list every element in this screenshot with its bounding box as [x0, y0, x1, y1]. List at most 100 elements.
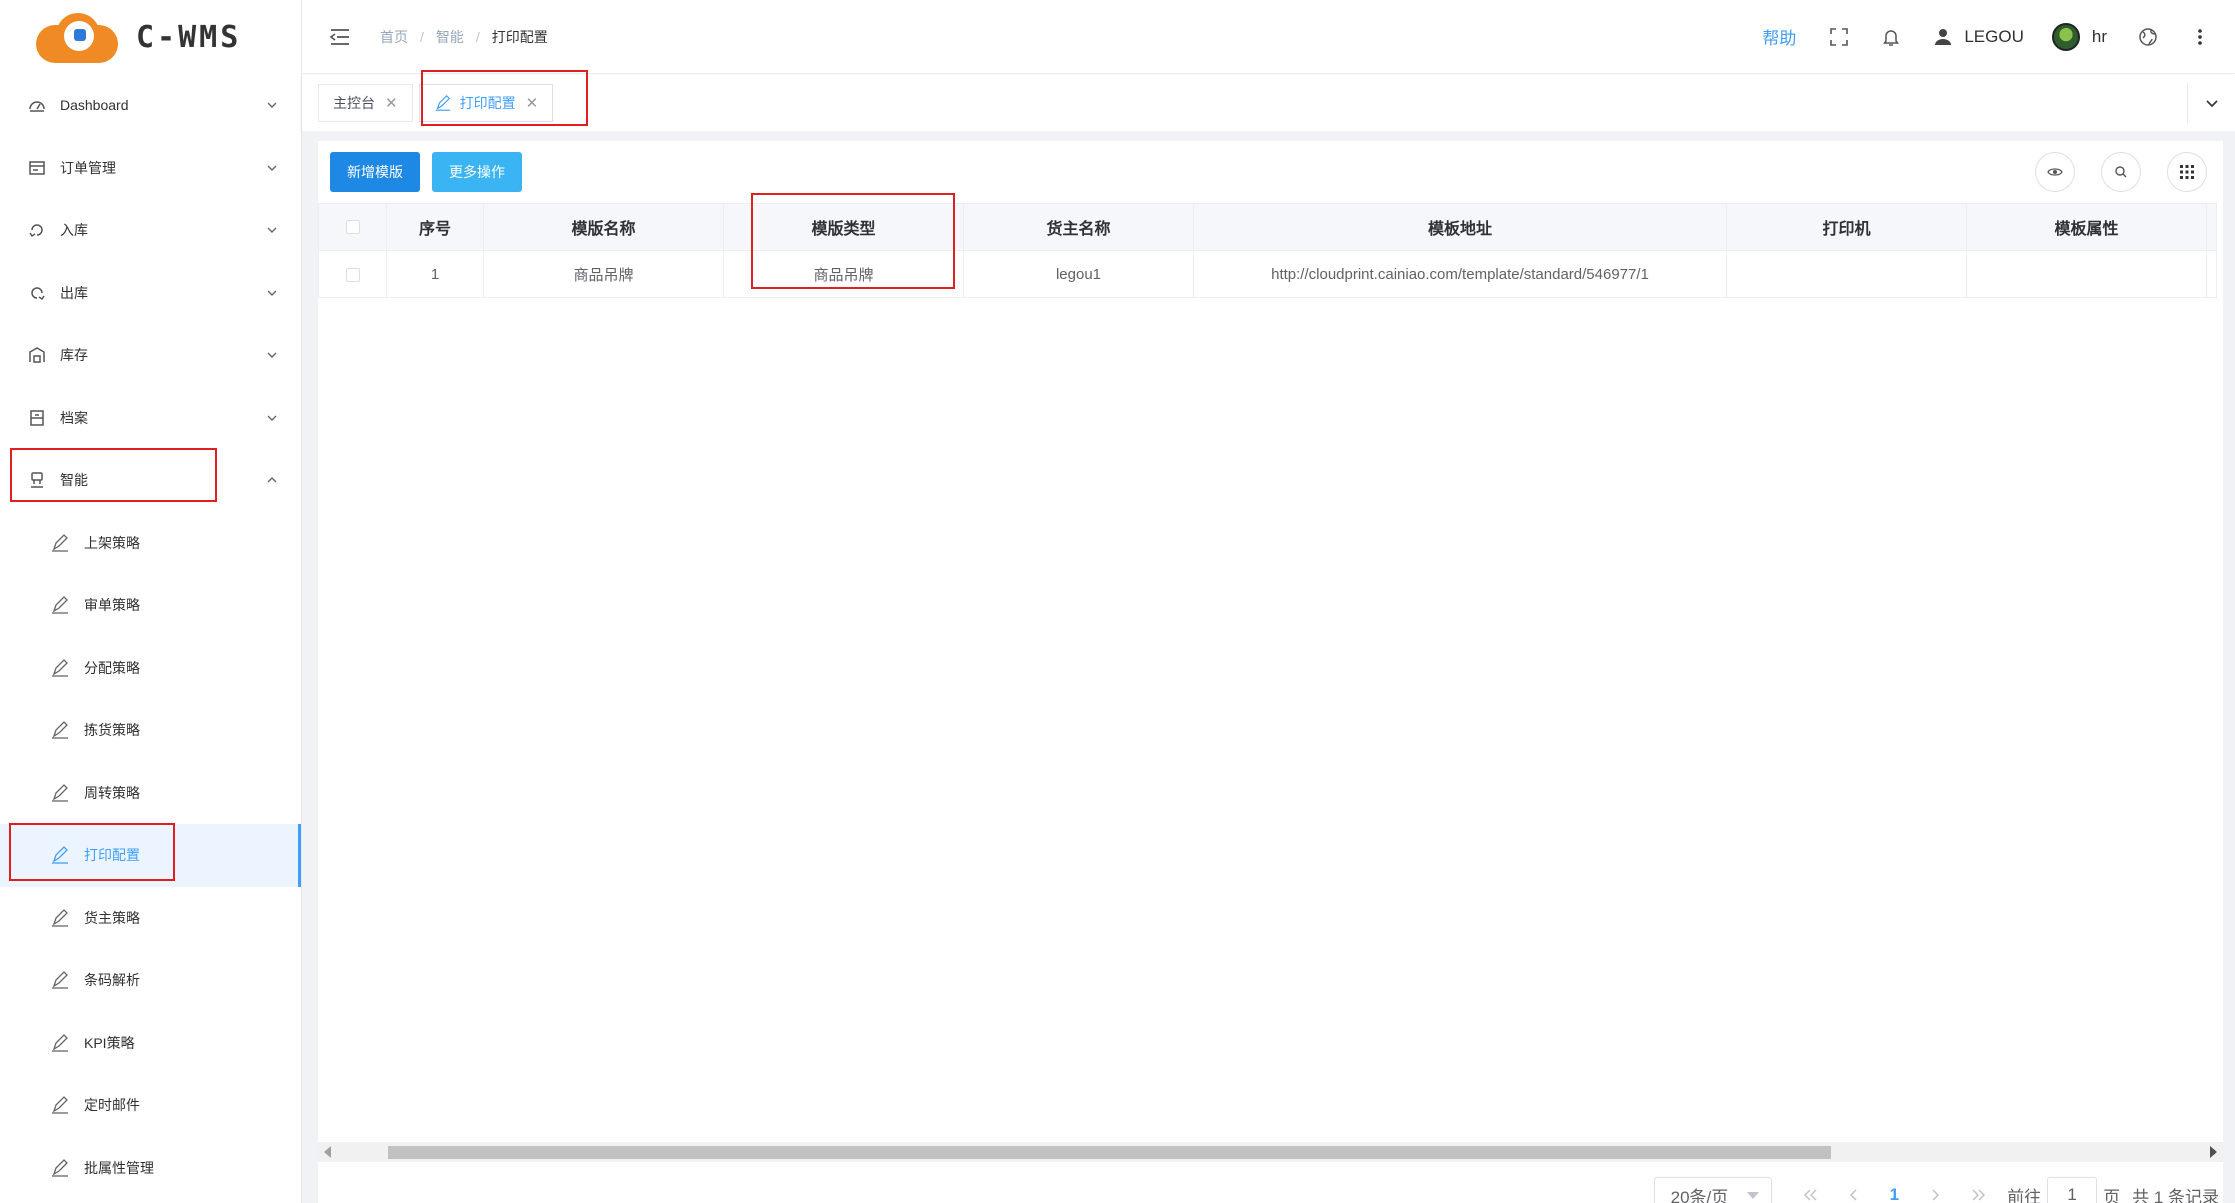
avatar[interactable]	[2051, 22, 2080, 51]
add-template-button[interactable]: 新增模版	[330, 152, 420, 192]
sidebar-item-label: 出库	[60, 284, 88, 301]
user-name[interactable]: LEGOU	[1964, 27, 2024, 47]
sidebar-item-orders[interactable]: 订单管理	[0, 137, 301, 200]
sidebar-item-inbound[interactable]: 入库	[0, 199, 301, 262]
page-size-select[interactable]: 20条/页	[1653, 1177, 1772, 1203]
table-cell: http://cloudprint.cainiao.com/template/s…	[1193, 250, 1727, 298]
table-cell	[1726, 250, 1967, 298]
profile-name[interactable]: hr	[2092, 27, 2107, 47]
globe-icon[interactable]	[2135, 24, 2161, 50]
sidebar-item-label: 入库	[60, 222, 88, 239]
toolbar-right	[2009, 152, 2223, 192]
fullscreen-icon[interactable]	[1826, 24, 1852, 50]
submenu-item-label: 审单策略	[84, 597, 140, 614]
submenu-item-kpi-strategy[interactable]: KPI策略	[0, 1012, 301, 1075]
column-header-filler	[2206, 203, 2217, 251]
sidebar-menu: Dashboard 订单管理 入库 出库 库存 档案 智能 上架策略 审单策略 …	[0, 74, 301, 1199]
scrollbar-thumb[interactable]	[388, 1146, 1831, 1159]
header-actions: 帮助 LEGOU hr	[1762, 22, 2235, 51]
column-header[interactable]: 序号	[386, 203, 484, 251]
column-header[interactable]: 模板属性	[1966, 203, 2207, 251]
scroll-left-arrow-icon[interactable]	[324, 1146, 331, 1158]
submenu-item-label: 分配策略	[84, 659, 140, 676]
submenu-item-owner-strategy[interactable]: 货主策略	[0, 887, 301, 950]
more-vertical-icon[interactable]	[2187, 24, 2213, 50]
chevron-down-icon	[265, 223, 279, 237]
page-number[interactable]: 1	[1890, 1185, 1899, 1203]
help-link[interactable]: 帮助	[1762, 24, 1796, 49]
main-content: 新增模版 更多操作 序号 模版名称 模版类型 货主名称 模板地址 打印机 模板属…	[302, 131, 2235, 1203]
tab-print-config[interactable]: 打印配置 ✕	[418, 84, 554, 122]
bell-icon[interactable]	[1878, 24, 1904, 50]
sidebar-item-inventory[interactable]: 库存	[0, 324, 301, 387]
sidebar-item-archive[interactable]: 档案	[0, 387, 301, 450]
row-checkbox[interactable]	[345, 267, 360, 282]
chevron-down-icon	[265, 348, 279, 362]
submenu-item-label: 上架策略	[84, 534, 140, 551]
submenu-item-allocation-strategy[interactable]: 分配策略	[0, 637, 301, 700]
next-page-icon[interactable]	[1920, 1180, 1950, 1203]
submenu-item-scheduled-mail[interactable]: 定时邮件	[0, 1074, 301, 1137]
smart-icon	[28, 471, 46, 489]
table-row[interactable]: 1 商品吊牌 商品吊牌 legou1 http://cloudprint.cai…	[318, 250, 2217, 298]
grid-icon[interactable]	[2167, 152, 2207, 192]
submenu-item-turnover-strategy[interactable]: 周转策略	[0, 762, 301, 825]
chevron-down-icon	[265, 411, 279, 425]
edit-pen-icon	[50, 1158, 70, 1178]
edit-pen-icon	[50, 970, 70, 990]
search-icon[interactable]	[2101, 152, 2141, 192]
breadcrumb-smart[interactable]: 智能	[436, 27, 464, 47]
select-all-cell	[318, 203, 387, 251]
column-header[interactable]: 货主名称	[963, 203, 1194, 251]
sidebar-item-dashboard[interactable]: Dashboard	[0, 74, 301, 137]
tab-label: 主控台	[333, 95, 375, 111]
user-icon[interactable]	[1930, 24, 1956, 50]
outbound-icon	[28, 284, 46, 302]
inventory-icon	[28, 346, 46, 364]
column-header[interactable]: 模版类型	[723, 203, 964, 251]
first-page-icon[interactable]	[1795, 1180, 1825, 1203]
select-all-checkbox[interactable]	[345, 219, 360, 234]
close-icon[interactable]: ✕	[385, 94, 398, 112]
goto-page-input[interactable]	[2047, 1177, 2098, 1203]
submenu-item-batch-attr[interactable]: 批属性管理	[0, 1137, 301, 1200]
submenu-item-print-config[interactable]: 打印配置	[0, 824, 301, 887]
tabs-dropdown-button[interactable]	[2187, 83, 2235, 123]
more-actions-button[interactable]: 更多操作	[432, 152, 522, 192]
submenu-item-barcode-parse[interactable]: 条码解析	[0, 949, 301, 1012]
breadcrumb-home[interactable]: 首页	[380, 27, 408, 47]
submenu-item-audit-strategy[interactable]: 审单策略	[0, 574, 301, 637]
chevron-down-icon	[265, 98, 279, 112]
submenu-item-picking-strategy[interactable]: 拣货策略	[0, 699, 301, 762]
inbound-icon	[28, 221, 46, 239]
sidebar-item-label: 智能	[60, 472, 88, 489]
tabs-bar: 主控台 ✕ 打印配置 ✕	[302, 75, 2235, 131]
prev-page-icon[interactable]	[1839, 1180, 1869, 1203]
submenu-item-putaway-strategy[interactable]: 上架策略	[0, 512, 301, 575]
column-header[interactable]: 模板地址	[1193, 203, 1727, 251]
last-page-icon[interactable]	[1964, 1180, 1994, 1203]
close-icon[interactable]: ✕	[526, 94, 539, 112]
app-logo[interactable]: C-WMS	[0, 0, 301, 74]
breadcrumb: 首页 / 智能 / 打印配置	[380, 27, 548, 47]
submenu-item-label: 条码解析	[84, 972, 140, 989]
page-size-value: 20条/页	[1670, 1187, 1729, 1203]
submenu-item-label: 打印配置	[84, 847, 140, 864]
scroll-right-arrow-icon[interactable]	[2210, 1146, 2217, 1158]
column-header[interactable]: 打印机	[1726, 203, 1967, 251]
eye-icon[interactable]	[2035, 152, 2075, 192]
sidebar-item-smart[interactable]: 智能	[0, 449, 301, 512]
cloud-logo-icon	[30, 11, 120, 63]
edit-pen-icon	[50, 1095, 70, 1115]
edit-pen-icon	[50, 658, 70, 678]
logo-text: C-WMS	[136, 19, 242, 55]
table-cell-filler	[2206, 250, 2217, 298]
submenu-item-label: 货主策略	[84, 909, 140, 926]
sidebar-item-outbound[interactable]: 出库	[0, 262, 301, 325]
tab-dashboard[interactable]: 主控台 ✕	[318, 84, 413, 122]
edit-pen-icon	[50, 908, 70, 928]
menu-toggle-icon[interactable]	[328, 25, 352, 49]
caret-down-icon	[1746, 1192, 1759, 1199]
horizontal-scrollbar[interactable]	[318, 1142, 2223, 1162]
column-header[interactable]: 模版名称	[483, 203, 724, 251]
